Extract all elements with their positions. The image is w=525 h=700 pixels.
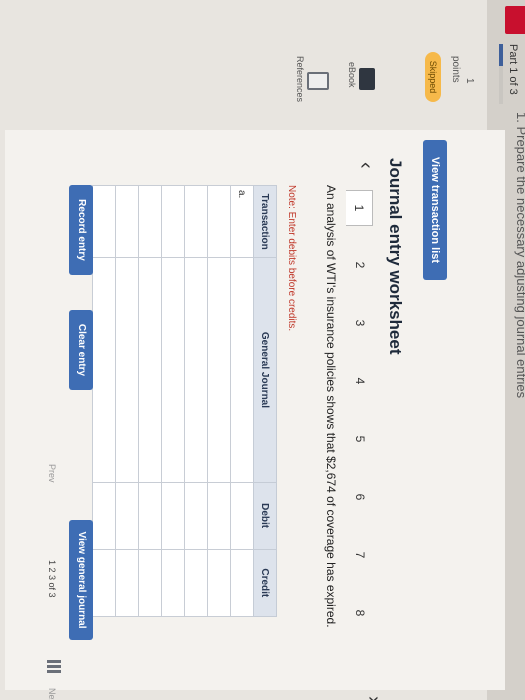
entry-cell[interactable] [138, 482, 162, 550]
tab-5[interactable]: 5 [347, 422, 373, 456]
entry-cell[interactable] [115, 257, 139, 483]
table-row: a. [230, 185, 254, 617]
entry-cell[interactable] [115, 549, 139, 617]
table-row [207, 185, 231, 617]
table-row [161, 185, 185, 617]
entry-cell[interactable] [207, 549, 231, 617]
transaction-cell [115, 185, 139, 258]
record-entry-button[interactable]: Record entry [69, 185, 93, 275]
page-indicator[interactable]: 1 2 3 of 3 [47, 560, 57, 598]
entry-cell[interactable] [92, 549, 116, 617]
question-heading: 1. Prepare the necessary adjusting journ… [514, 112, 525, 399]
tab-1[interactable]: 1 [346, 190, 373, 226]
entry-cell[interactable] [161, 257, 185, 483]
entry-cell[interactable] [92, 257, 116, 483]
entry-cell[interactable] [230, 482, 254, 550]
transaction-cell [161, 185, 185, 258]
transaction-cell [138, 185, 162, 258]
tab-3[interactable]: 3 [347, 306, 373, 340]
references-icon[interactable] [307, 72, 329, 90]
transaction-cell [207, 185, 231, 258]
table-row [92, 185, 116, 617]
table-row [184, 185, 208, 617]
worksheet-title: Journal entry worksheet [386, 158, 405, 355]
entry-cell[interactable] [184, 257, 208, 483]
table-body: a. [92, 185, 254, 617]
entry-cell[interactable] [184, 482, 208, 550]
entry-note: Note: Enter debits before credits. [286, 185, 297, 332]
entry-cell[interactable] [184, 549, 208, 617]
view-general-journal-button[interactable]: View general journal [69, 520, 93, 640]
table-row [138, 185, 162, 617]
tab-4[interactable]: 4 [347, 364, 373, 398]
entry-cell[interactable] [161, 549, 185, 617]
entry-cell[interactable] [207, 482, 231, 550]
transaction-description: An analysis of WTI's insurance policies … [324, 185, 338, 628]
references-link[interactable]: References [295, 56, 305, 102]
ebook-icon[interactable] [359, 68, 375, 90]
chevron-left-icon[interactable]: ‹ [354, 162, 377, 169]
part-progress-fill [499, 44, 503, 66]
assignment-page: Part 1 of 3 1. Prepare the necessary adj… [0, 0, 525, 700]
photo-frame: Part 1 of 3 1. Prepare the necessary adj… [0, 0, 525, 700]
ebook-link[interactable]: eBook [347, 62, 357, 88]
entry-cell[interactable] [138, 257, 162, 483]
journal-table: Transaction General Journal Debit Credit a. [92, 185, 277, 617]
column-header-credit: Credit [253, 549, 277, 617]
entry-cell[interactable] [207, 257, 231, 483]
transaction-cell [184, 185, 208, 258]
prev-button[interactable]: Prev [47, 464, 57, 483]
table-row [115, 185, 139, 617]
entry-cell[interactable] [92, 482, 116, 550]
column-header-debit: Debit [253, 482, 277, 550]
entry-cell[interactable] [230, 257, 254, 483]
question-number: 1 [464, 78, 475, 84]
tab-6[interactable]: 6 [347, 480, 373, 514]
part-indicator: Part 1 of 3 [507, 44, 519, 95]
table-header-row: Transaction General Journal Debit Credit [253, 185, 277, 617]
column-header-transaction: Transaction [253, 185, 277, 258]
next-button[interactable]: Next [47, 688, 57, 700]
entry-cell[interactable] [138, 549, 162, 617]
grid-icon[interactable] [47, 660, 61, 674]
transaction-cell [92, 185, 116, 258]
entry-cell[interactable] [161, 482, 185, 550]
entry-cell[interactable] [115, 482, 139, 550]
transaction-cell: a. [230, 185, 254, 258]
mcgraw-hill-logo [505, 6, 525, 34]
column-header-general-journal: General Journal [253, 257, 277, 483]
tab-8[interactable]: 8 [347, 596, 373, 630]
tab-2[interactable]: 2 [347, 248, 373, 282]
points-label: points [450, 56, 461, 83]
entry-cell[interactable] [230, 549, 254, 617]
tab-7[interactable]: 7 [347, 538, 373, 572]
chevron-right-icon[interactable]: › [362, 696, 385, 700]
view-transaction-list-button[interactable]: View transaction list [423, 140, 447, 280]
clear-entry-button[interactable]: Clear entry [69, 310, 93, 390]
skipped-badge: Skipped [425, 52, 441, 102]
